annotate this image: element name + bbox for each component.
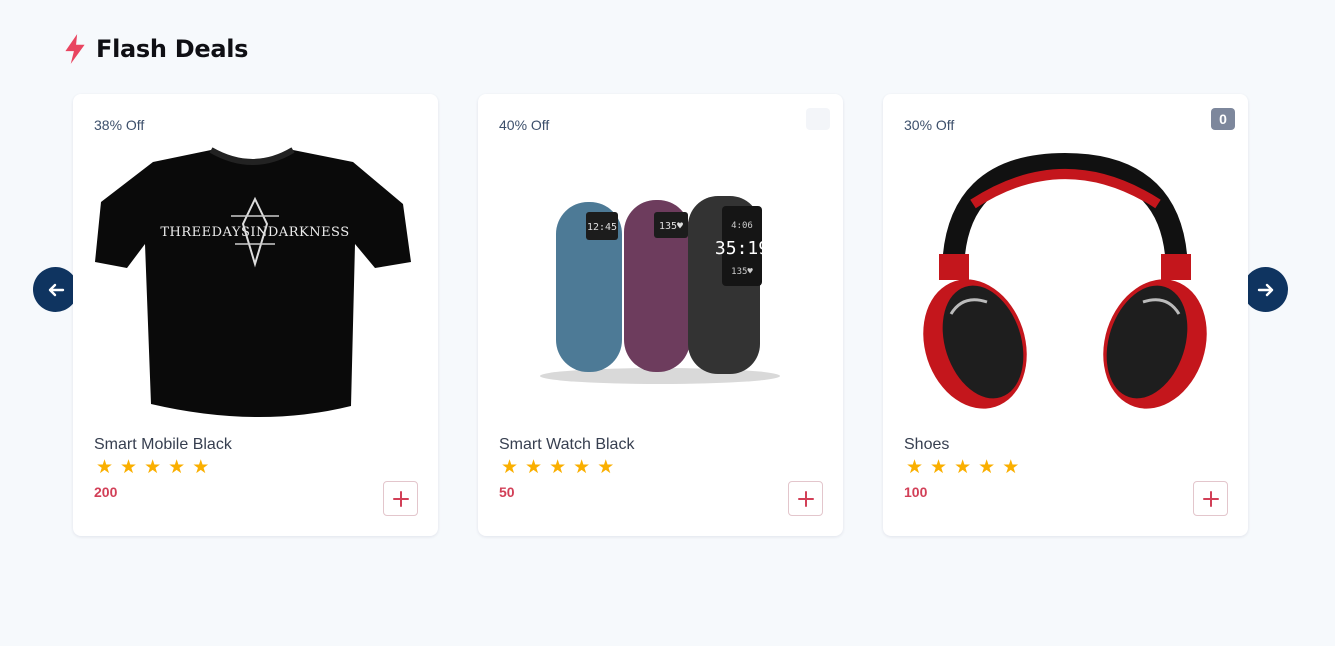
plus-icon — [797, 490, 814, 507]
svg-text:THREEDAYSINDARKNESS: THREEDAYSINDARKNESS — [160, 225, 349, 240]
arrow-right-icon — [1257, 283, 1273, 296]
star-icon: ★ — [120, 457, 138, 478]
product-card[interactable]: 38% Off THREEDAYSINDARKNESS Smart Mobile… — [73, 94, 438, 536]
star-icon: ★ — [144, 457, 162, 478]
product-card[interactable]: 40% Off 0 12:45 135♥ 4:06 35:19 135♥ Sma… — [478, 94, 843, 536]
svg-text:135♥: 135♥ — [659, 221, 683, 232]
product-title[interactable]: Smart Mobile Black — [94, 436, 232, 454]
star-icon: ★ — [906, 457, 924, 478]
star-icon: ★ — [168, 457, 186, 478]
quantity-badge: 0 — [1211, 108, 1235, 130]
star-icon: ★ — [954, 457, 972, 478]
product-title[interactable]: Shoes — [904, 436, 949, 454]
product-price: 50 — [499, 484, 515, 500]
svg-text:35:19: 35:19 — [715, 238, 769, 259]
smartwatch-bands-image[interactable]: 12:45 135♥ 4:06 35:19 135♥ — [498, 144, 823, 424]
star-icon: ★ — [930, 457, 948, 478]
carousel-next-button[interactable] — [1243, 267, 1288, 312]
svg-text:12:45: 12:45 — [587, 222, 617, 233]
product-price: 100 — [904, 484, 928, 500]
star-icon: ★ — [573, 457, 591, 478]
discount-badge: 30% Off — [904, 117, 955, 133]
product-card[interactable]: 30% Off 0 Shoes ★ ★ ★ ★ ★ 100 — [883, 94, 1248, 536]
carousel-prev-button[interactable] — [33, 267, 78, 312]
star-icon: ★ — [96, 457, 114, 478]
star-icon: ★ — [525, 457, 543, 478]
add-to-cart-button[interactable] — [1193, 481, 1228, 516]
arrow-left-icon — [48, 283, 64, 296]
tshirt-image[interactable]: THREEDAYSINDARKNESS — [93, 144, 418, 424]
star-icon: ★ — [978, 457, 996, 478]
headphones-image[interactable] — [903, 144, 1228, 424]
plus-icon — [392, 490, 409, 507]
star-icon: ★ — [549, 457, 567, 478]
quantity-badge: 0 — [806, 108, 830, 130]
lightning-icon — [65, 34, 85, 64]
star-icon: ★ — [192, 457, 210, 478]
section-header: Flash Deals — [62, 33, 248, 65]
rating-stars: ★ ★ ★ ★ ★ — [906, 458, 1019, 477]
product-price: 200 — [94, 484, 118, 500]
section-title: Flash Deals — [96, 35, 249, 63]
product-title[interactable]: Smart Watch Black — [499, 436, 634, 454]
star-icon: ★ — [1002, 457, 1020, 478]
rating-stars: ★ ★ ★ ★ ★ — [501, 458, 614, 477]
star-icon: ★ — [501, 457, 519, 478]
add-to-cart-button[interactable] — [383, 481, 418, 516]
svg-text:135♥: 135♥ — [731, 267, 753, 277]
rating-stars: ★ ★ ★ ★ ★ — [96, 458, 209, 477]
star-icon: ★ — [597, 457, 615, 478]
plus-icon — [1202, 490, 1219, 507]
discount-badge: 38% Off — [94, 117, 145, 133]
discount-badge: 40% Off — [499, 117, 550, 133]
add-to-cart-button[interactable] — [788, 481, 823, 516]
svg-text:4:06: 4:06 — [731, 221, 753, 231]
